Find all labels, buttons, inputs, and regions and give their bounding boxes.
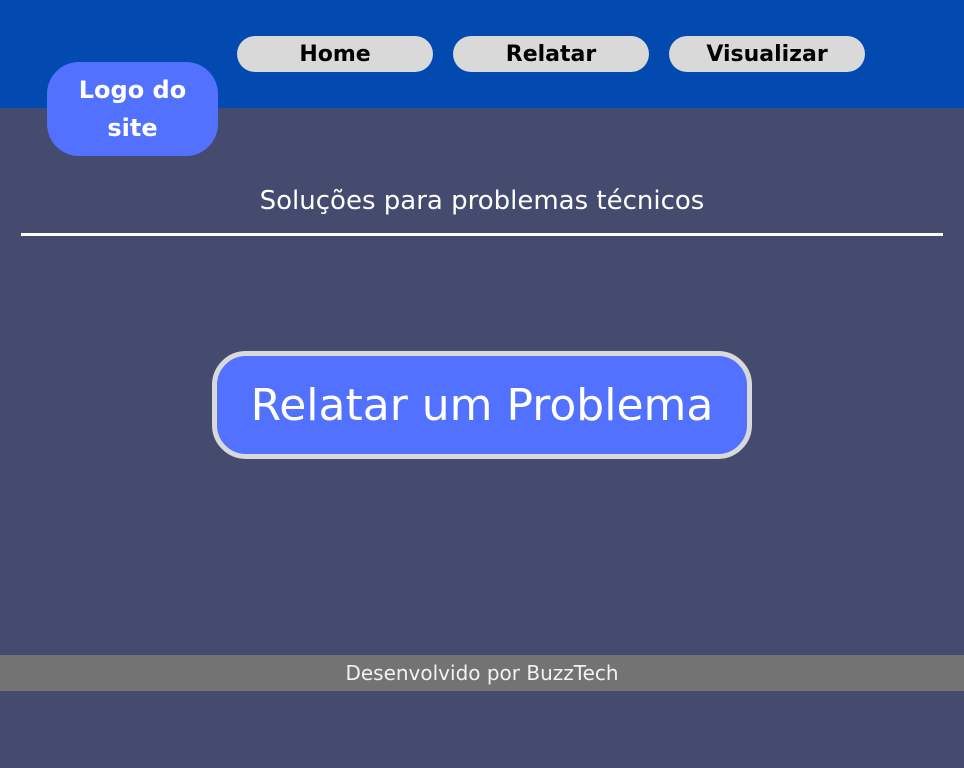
page-subtitle: Soluções para problemas técnicos [259, 186, 705, 216]
nav-home-button[interactable]: Home [237, 36, 433, 72]
site-logo[interactable]: Logo do site [47, 62, 218, 156]
section-divider [21, 233, 943, 236]
site-footer: Desenvolvido por BuzzTech [0, 655, 964, 691]
nav-relatar-button[interactable]: Relatar [453, 36, 649, 72]
site-header: Logo do site Home Relatar Visualizar [0, 0, 964, 156]
report-problem-button[interactable]: Relatar um Problema [212, 351, 752, 459]
nav-visualizar-button[interactable]: Visualizar [669, 36, 865, 72]
